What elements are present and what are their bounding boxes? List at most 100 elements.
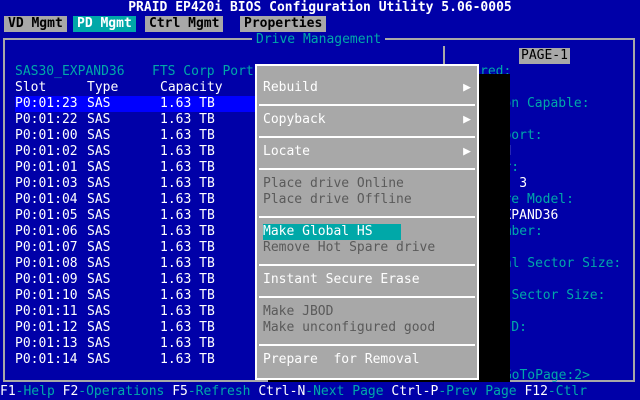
drive-capacity: 1.63 TB <box>160 96 215 111</box>
drive-slot: P0:01:05 <box>15 208 78 223</box>
frame-title: Drive Management <box>252 32 386 48</box>
enclosure-name: SAS30_EXPAND36 <box>15 64 125 79</box>
drive-capacity: 1.63 TB <box>160 336 215 351</box>
menu-divider <box>259 344 475 346</box>
drive-capacity: 1.63 TB <box>160 352 215 367</box>
menu-item-locate[interactable]: Locate ▶ <box>263 144 473 160</box>
key-f12[interactable]: F12 <box>524 384 547 399</box>
drive-slot: P0:01:00 <box>15 128 78 143</box>
key-f5[interactable]: F5 <box>172 384 188 399</box>
key-f2[interactable]: F2 <box>63 384 79 399</box>
drive-type: SAS <box>87 96 111 111</box>
chevron-right-icon: ▶ <box>463 112 471 127</box>
drive-slot: P0:01:01 <box>15 160 78 175</box>
menu-divider <box>259 136 475 138</box>
drive-type: SAS <box>87 304 111 319</box>
drive-slot: P0:01:07 <box>15 240 78 255</box>
tab-properties[interactable]: Properties <box>240 16 327 32</box>
menu-item-make-unconfigured-good[interactable]: Make unconfigured good <box>263 320 473 336</box>
key-f2-label: -Operations <box>78 384 173 399</box>
goto-page-link[interactable]: <GoToPage:2> <box>496 368 590 384</box>
menu-divider <box>259 264 475 266</box>
vendor-name: FTS Corp Port <box>152 64 254 79</box>
drive-capacity: 1.63 TB <box>160 192 215 207</box>
drive-row[interactable]: P0:01:07 SAS 1.63 TB <box>15 240 255 256</box>
drive-row[interactable]: P0:01:01 SAS 1.63 TB <box>15 160 255 176</box>
drive-slot: P0:01:22 <box>15 112 78 127</box>
menu-item-prepare-for-removal[interactable]: Prepare for Removal <box>263 352 473 368</box>
drive-type: SAS <box>87 112 111 127</box>
drive-row[interactable]: P0:01:22 SAS 1.63 TB <box>15 112 255 128</box>
drive-type: SAS <box>87 320 111 335</box>
menu-item-instant-secure-erase[interactable]: Instant Secure Erase <box>263 272 473 288</box>
menu-divider <box>259 104 475 106</box>
drive-type: SAS <box>87 272 111 287</box>
menu-item-make-jbod[interactable]: Make JBOD <box>263 304 473 320</box>
menu-item-make-global-hs[interactable]: Make Global HS <box>263 224 401 240</box>
drive-slot: P0:01:04 <box>15 192 78 207</box>
drive-capacity: 1.63 TB <box>160 144 215 159</box>
menu-item-copyback[interactable]: Copyback ▶ <box>263 112 473 128</box>
drive-capacity: 1.63 TB <box>160 208 215 223</box>
menu-item-place-offline[interactable]: Place drive Offline <box>263 192 473 208</box>
drive-slot: P0:01:23 <box>15 96 78 111</box>
tab-vd-mgmt[interactable]: VD Mgmt <box>4 16 67 32</box>
drive-row[interactable]: P0:01:14 SAS 1.63 TB <box>15 352 255 368</box>
drive-row[interactable]: P0:01:05 SAS 1.63 TB <box>15 208 255 224</box>
drive-slot: P0:01:14 <box>15 352 78 367</box>
menu-item-remove-hot-spare[interactable]: Remove Hot Spare drive <box>263 240 473 256</box>
drive-row[interactable]: P0:01:02 SAS 1.63 TB <box>15 144 255 160</box>
drive-row[interactable]: P0:01:23 SAS 1.63 TB <box>15 96 255 112</box>
key-f5-label: -Refresh <box>187 384 259 399</box>
drive-row[interactable]: P0:01:13 SAS 1.63 TB <box>15 336 255 352</box>
drive-slot: P0:01:12 <box>15 320 78 335</box>
key-ctrl-n-label: -Next Page <box>305 384 392 399</box>
drive-slot: P0:01:09 <box>15 272 78 287</box>
drive-slot: P0:01:08 <box>15 256 78 271</box>
drive-type: SAS <box>87 224 111 239</box>
drive-type: SAS <box>87 288 111 303</box>
drive-slot: P0:01:06 <box>15 224 78 239</box>
column-capacity: Capacity <box>160 80 223 95</box>
page-indicator: PAGE-1 <box>519 48 570 64</box>
menu-divider <box>259 296 475 298</box>
tab-ctrl-mgmt[interactable]: Ctrl Mgmt <box>145 16 224 32</box>
drive-capacity: 1.63 TB <box>160 176 215 191</box>
chevron-right-icon: ▶ <box>463 80 471 95</box>
key-f1-label: -Help <box>15 384 63 399</box>
key-f1[interactable]: F1 <box>0 384 16 399</box>
drive-row[interactable]: P0:01:09 SAS 1.63 TB <box>15 272 255 288</box>
drive-row[interactable]: P0:01:12 SAS 1.63 TB <box>15 320 255 336</box>
drive-type: SAS <box>87 208 111 223</box>
drive-type: SAS <box>87 256 111 271</box>
drive-capacity: 1.63 TB <box>160 240 215 255</box>
drive-type: SAS <box>87 144 111 159</box>
drive-capacity: 1.63 TB <box>160 160 215 175</box>
drive-row[interactable]: P0:01:08 SAS 1.63 TB <box>15 256 255 272</box>
drive-row[interactable]: P0:01:00 SAS 1.63 TB <box>15 128 255 144</box>
menu-item-rebuild[interactable]: Rebuild ▶ <box>263 80 473 96</box>
tab-pd-mgmt[interactable]: PD Mgmt <box>73 16 136 32</box>
drive-type: SAS <box>87 336 111 351</box>
menu-divider <box>259 168 475 170</box>
drive-capacity: 1.63 TB <box>160 272 215 287</box>
drive-row[interactable]: P0:01:04 SAS 1.63 TB <box>15 192 255 208</box>
drive-row[interactable]: P0:01:10 SAS 1.63 TB <box>15 288 255 304</box>
drive-slot: P0:01:11 <box>15 304 78 319</box>
drive-slot: P0:01:03 <box>15 176 78 191</box>
drive-row[interactable]: P0:01:11 SAS 1.63 TB <box>15 304 255 320</box>
key-ctrl-p[interactable]: Ctrl-P <box>391 384 438 399</box>
drive-capacity: 1.63 TB <box>160 304 215 319</box>
operations-menu: Rebuild ▶ Copyback ▶ Locate ▶ Place drive O… <box>255 64 479 380</box>
column-type: Type <box>87 80 119 95</box>
drive-row[interactable]: P0:01:03 SAS 1.63 TB <box>15 176 255 192</box>
menu-divider <box>259 216 475 218</box>
tab-bar: VD Mgmt PD Mgmt Ctrl Mgmt Properties <box>0 16 640 32</box>
window-title: PRAID EP420i BIOS Configuration Utility … <box>0 0 640 16</box>
key-ctrl-n[interactable]: Ctrl-N <box>258 384 305 399</box>
drive-row[interactable]: P0:01:06 SAS 1.63 TB <box>15 224 255 240</box>
chevron-right-icon: ▶ <box>463 144 471 159</box>
drive-capacity: 1.63 TB <box>160 112 215 127</box>
drive-type: SAS <box>87 352 111 367</box>
menu-item-place-online[interactable]: Place drive Online <box>263 176 473 192</box>
